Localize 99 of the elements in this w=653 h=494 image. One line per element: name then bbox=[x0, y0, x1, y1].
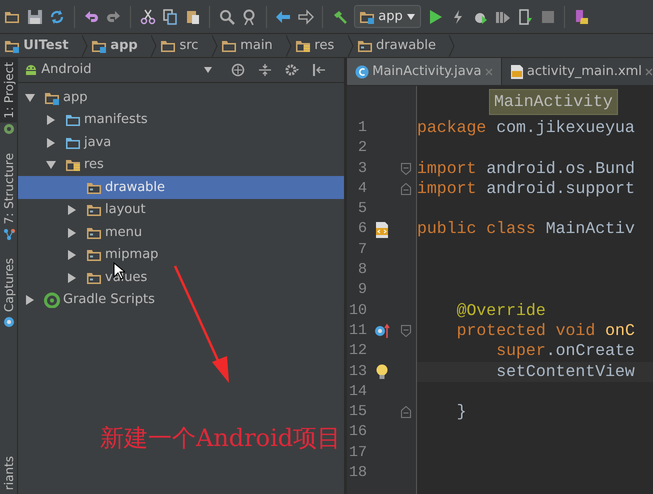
line-number: 9 bbox=[356, 280, 367, 300]
editor-tab[interactable]: activity_main.xml bbox=[502, 58, 653, 85]
back-arrow-icon[interactable] bbox=[275, 8, 291, 24]
structure-icon bbox=[2, 228, 14, 240]
fold-marker-icon[interactable] bbox=[401, 162, 411, 175]
settings-icon[interactable] bbox=[285, 63, 299, 77]
expanded-arrow-icon[interactable] bbox=[25, 92, 35, 102]
collapse-all-icon[interactable] bbox=[258, 63, 272, 77]
code-line: setContentView bbox=[495, 362, 635, 381]
device-icon[interactable] bbox=[517, 8, 534, 24]
project-view-dropdown[interactable]: Android bbox=[18, 60, 218, 80]
resource-folder-icon bbox=[86, 202, 102, 218]
xml-file-icon[interactable] bbox=[374, 222, 390, 238]
collapsed-arrow-icon[interactable] bbox=[46, 138, 56, 148]
source-folder-icon bbox=[65, 112, 81, 128]
tool-window-tab[interactable]: riants bbox=[0, 452, 18, 494]
line-number: 10 bbox=[348, 300, 367, 321]
tree-item[interactable]: java bbox=[18, 131, 344, 154]
line-number: 1 bbox=[356, 118, 367, 138]
breadcrumb-item[interactable]: app bbox=[91, 36, 148, 56]
line-number: 3 bbox=[356, 158, 367, 179]
code-line: super.onCreate bbox=[495, 341, 635, 360]
resource-folder-icon bbox=[65, 157, 81, 173]
line-number: 16 bbox=[348, 422, 367, 442]
caret-icon bbox=[204, 67, 212, 73]
override-icon[interactable] bbox=[374, 323, 390, 340]
forward-arrow-icon[interactable] bbox=[298, 8, 314, 24]
tree-item[interactable]: Gradle Scripts bbox=[18, 288, 344, 312]
tree-item[interactable]: menu bbox=[18, 221, 344, 244]
code-line: import android.os.Bund bbox=[417, 158, 635, 178]
fold-marker-icon[interactable] bbox=[401, 325, 411, 338]
code-line: package com.jikexueyua bbox=[417, 118, 635, 137]
editor-tab[interactable]: MainActivity.java bbox=[347, 58, 502, 85]
line-number: 7 bbox=[356, 240, 367, 260]
line-number: 14 bbox=[348, 382, 367, 402]
tree-item[interactable]: manifests bbox=[18, 108, 344, 132]
undo-icon[interactable] bbox=[83, 8, 99, 24]
lightbulb-icon[interactable] bbox=[374, 364, 390, 380]
line-number: 18 bbox=[348, 463, 367, 484]
sync-icon[interactable] bbox=[49, 8, 65, 24]
redo-icon[interactable] bbox=[106, 8, 122, 24]
code-line: protected void onC bbox=[456, 320, 635, 340]
hammer-icon[interactable] bbox=[332, 8, 348, 24]
paste-icon[interactable] bbox=[184, 8, 200, 24]
java-class-icon bbox=[355, 64, 369, 78]
breadcrumb-item[interactable]: drawable bbox=[356, 36, 446, 56]
hide-panel-icon[interactable] bbox=[312, 63, 326, 77]
scroll-from-source-icon[interactable] bbox=[231, 63, 245, 77]
tree-item[interactable]: layout bbox=[18, 198, 344, 222]
code-line: } bbox=[456, 402, 467, 422]
annotation-caption: 新建一个Android项目 bbox=[100, 424, 342, 453]
fold-marker-icon[interactable] bbox=[401, 406, 411, 418]
close-icon[interactable] bbox=[645, 68, 653, 76]
tree-item[interactable]: app bbox=[18, 86, 344, 109]
line-number: 8 bbox=[356, 260, 367, 280]
line-number: 15 bbox=[348, 402, 367, 422]
tool-window-tab[interactable]: 1: Project bbox=[0, 58, 18, 123]
collapsed-arrow-icon[interactable] bbox=[67, 228, 77, 238]
find-replace-icon[interactable] bbox=[241, 8, 257, 24]
resource-folder-icon bbox=[86, 247, 102, 263]
tree-item[interactable]: drawable bbox=[18, 176, 344, 199]
code-line: @Override bbox=[456, 300, 546, 320]
save-icon[interactable] bbox=[26, 8, 42, 24]
expanded-arrow-icon[interactable] bbox=[46, 160, 56, 170]
tool-window-tab[interactable]: Captures bbox=[0, 254, 18, 316]
collapsed-arrow-icon[interactable] bbox=[67, 250, 77, 260]
breadcrumb-item[interactable]: res bbox=[295, 36, 344, 56]
run-icon[interactable] bbox=[427, 8, 444, 24]
line-number: 4 bbox=[356, 178, 367, 199]
sdk-manager-icon[interactable] bbox=[574, 8, 590, 24]
tree-item[interactable]: res bbox=[18, 154, 344, 176]
code-line: public class MainActiv bbox=[417, 219, 635, 238]
stop-icon[interactable] bbox=[540, 8, 556, 24]
gradle-icon bbox=[44, 292, 60, 308]
caret-icon bbox=[406, 12, 416, 20]
breadcrumb-item[interactable]: src bbox=[160, 36, 208, 56]
line-number: 17 bbox=[348, 442, 367, 463]
copy-icon[interactable] bbox=[162, 8, 178, 24]
collapsed-arrow-icon[interactable] bbox=[25, 295, 35, 305]
code-line: import android.support bbox=[417, 178, 635, 198]
breadcrumb-item[interactable]: MainActivity bbox=[489, 88, 618, 116]
fold-marker-icon[interactable] bbox=[401, 183, 411, 196]
collapsed-arrow-icon[interactable] bbox=[67, 272, 77, 282]
search-icon[interactable] bbox=[218, 8, 234, 24]
cut-icon[interactable] bbox=[140, 8, 156, 24]
collapsed-arrow-icon[interactable] bbox=[46, 115, 56, 125]
line-number: 11 bbox=[348, 320, 367, 341]
tree-item[interactable]: mipmap bbox=[18, 244, 344, 266]
line-number: 6 bbox=[356, 219, 367, 240]
collapsed-arrow-icon[interactable] bbox=[67, 205, 77, 215]
run-configuration-dropdown[interactable]: app bbox=[354, 4, 421, 28]
line-number: 13 bbox=[348, 362, 367, 382]
xml-file-icon bbox=[510, 64, 524, 78]
breadcrumb-item[interactable]: main bbox=[220, 36, 283, 56]
line-number: 2 bbox=[356, 138, 367, 158]
tool-window-tab[interactable]: 7: Structure bbox=[0, 148, 18, 228]
line-number: 12 bbox=[348, 341, 367, 362]
line-number: 5 bbox=[356, 199, 367, 220]
breadcrumb-item[interactable]: UITest bbox=[4, 36, 79, 56]
